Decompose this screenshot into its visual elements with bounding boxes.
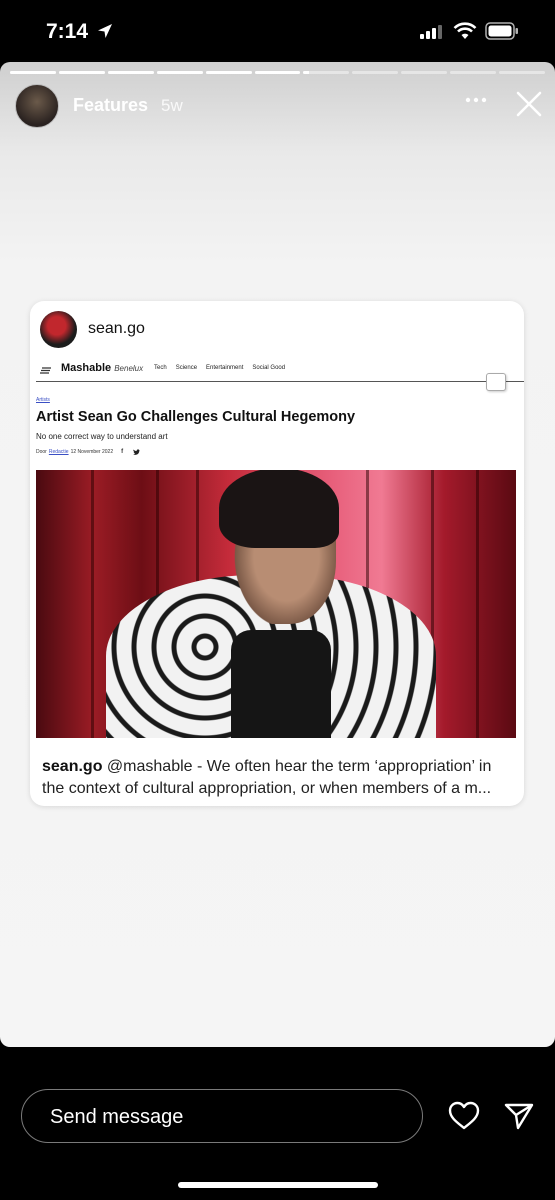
more-options-icon[interactable] xyxy=(465,96,487,104)
facebook-icon: f xyxy=(121,449,124,455)
article-category: Artists xyxy=(36,397,50,403)
story-frame[interactable]: Features 5w sean.go Mashable Benelux Tec… xyxy=(0,62,555,1047)
story-progress-bar xyxy=(10,71,545,74)
message-input[interactable] xyxy=(48,1102,392,1132)
story-progress-segment xyxy=(10,71,56,74)
article-nav-links: Tech Science Entertainment Social Good xyxy=(154,365,285,371)
article-byline: Door Redactie 12 November 2022 f xyxy=(36,449,141,455)
caption-text-line-2: the context of cultural appropriation, o… xyxy=(42,780,492,797)
status-time: 7:14 xyxy=(46,20,89,43)
shared-post-card[interactable]: sean.go Mashable Benelux Tech Science En… xyxy=(30,301,524,806)
story-progress-segment xyxy=(156,71,203,74)
close-icon[interactable] xyxy=(515,90,543,118)
heart-icon[interactable] xyxy=(448,1101,480,1131)
wifi-icon xyxy=(453,22,477,39)
story-progress-segment xyxy=(352,71,399,74)
cellular-signal-icon xyxy=(420,25,442,39)
article-nav-bar: Mashable Benelux Tech Science Entertainm… xyxy=(36,359,524,382)
story-progress-segment xyxy=(499,71,545,74)
story-progress-segment xyxy=(107,71,154,74)
story-account-name[interactable]: Features xyxy=(73,95,148,116)
story-header: Features 5w xyxy=(15,84,545,128)
nav-link-social-good: Social Good xyxy=(252,365,286,371)
story-progress-segment xyxy=(58,71,105,74)
send-direct-icon[interactable] xyxy=(504,1101,534,1131)
status-bar: 7:14 xyxy=(0,0,555,62)
post-caption: sean.go @mashable - We often hear the te… xyxy=(42,756,514,800)
story-progress-segment xyxy=(254,71,301,74)
story-age: 5w xyxy=(161,96,183,115)
story-progress-segment xyxy=(205,71,252,74)
article-brand-logo: Mashable Benelux xyxy=(61,362,144,374)
story-progress-segment xyxy=(450,71,497,74)
article-hero-photo xyxy=(36,470,516,738)
battery-icon xyxy=(485,22,518,40)
story-progress-segment xyxy=(401,71,448,74)
story-avatar[interactable] xyxy=(15,84,59,128)
article-screenshot: Mashable Benelux Tech Science Entertainm… xyxy=(36,359,524,741)
send-message-field[interactable] xyxy=(21,1089,423,1143)
story-progress-segment xyxy=(303,71,350,74)
nav-link-science: Science xyxy=(175,365,198,371)
bookmark-icon xyxy=(486,373,506,391)
nav-link-entertainment: Entertainment xyxy=(206,365,244,371)
article-headline: Artist Sean Go Challenges Cultural Hegem… xyxy=(36,409,356,425)
twitter-icon xyxy=(133,449,141,455)
home-indicator xyxy=(178,1182,378,1188)
caption-text-line-1: @mashable - We often hear the term ‘appr… xyxy=(106,758,492,775)
caption-username: sean.go xyxy=(42,758,103,775)
post-author-avatar[interactable] xyxy=(40,311,77,348)
hamburger-menu-icon xyxy=(40,367,51,374)
location-arrow-icon xyxy=(98,24,112,38)
article-subheadline: No one correct way to understand art xyxy=(36,432,168,441)
nav-link-tech: Tech xyxy=(154,365,167,371)
post-author-username[interactable]: sean.go xyxy=(88,320,145,338)
